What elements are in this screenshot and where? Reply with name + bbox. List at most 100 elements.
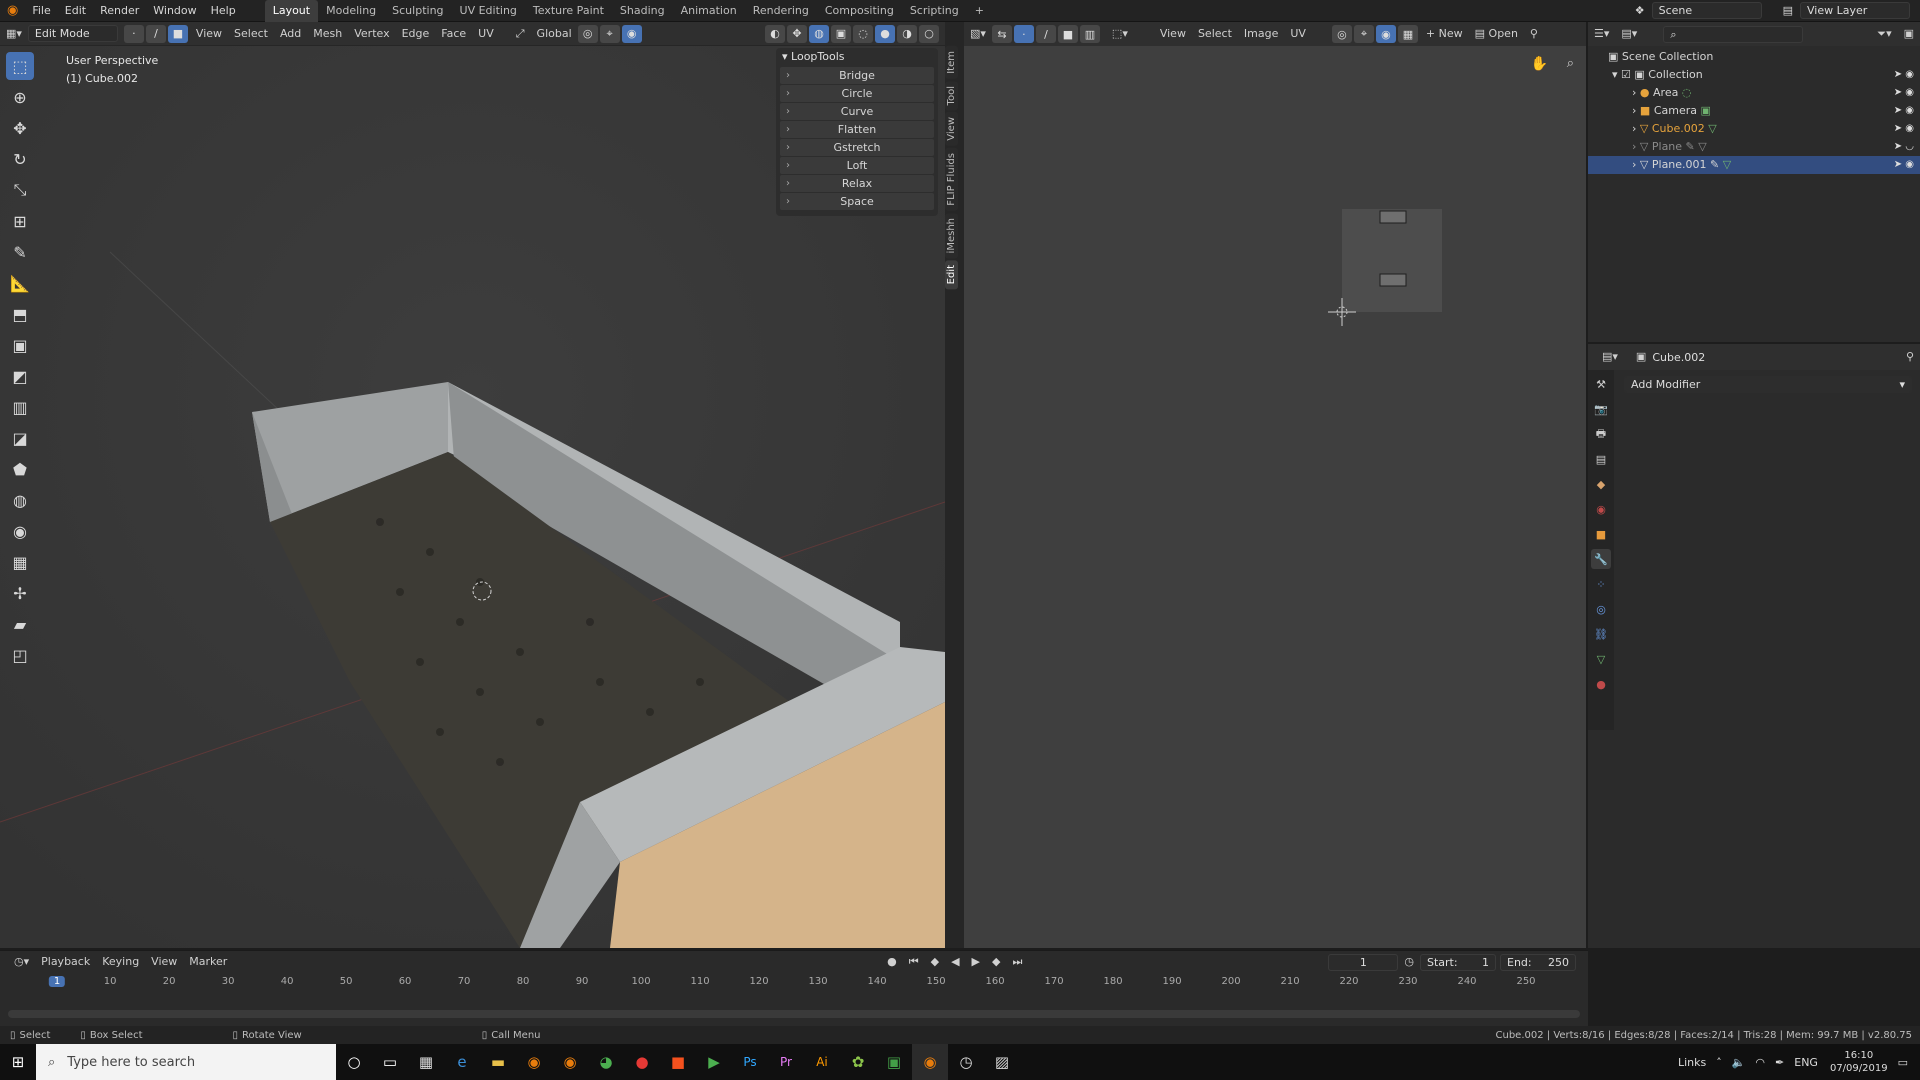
cortana-icon[interactable]: ○ <box>336 1044 372 1080</box>
menu-file[interactable]: File <box>25 0 57 22</box>
outliner-item-plane[interactable]: › ▽ Plane ✎ ▽ ➤ ◡ <box>1588 138 1920 156</box>
chrome-icon[interactable]: ◕ <box>588 1044 624 1080</box>
new-image-button[interactable]: + New <box>1420 22 1469 46</box>
menu-playback[interactable]: Playback <box>35 950 96 974</box>
start-frame-field[interactable]: Start: 1 <box>1420 953 1496 971</box>
outliner-item-camera[interactable]: › ■ Camera ▣ ➤ ◉ <box>1588 102 1920 120</box>
photos-icon[interactable]: ▨ <box>984 1044 1020 1080</box>
network-icon[interactable]: ◠ <box>1755 1056 1765 1069</box>
uv-edge-mode-icon[interactable]: / <box>1035 25 1056 43</box>
knife-icon[interactable]: ◪ <box>6 424 34 452</box>
record-icon[interactable]: ● <box>881 950 903 974</box>
app-green-icon[interactable]: ▣ <box>876 1044 912 1080</box>
menu-window[interactable]: Window <box>146 0 203 22</box>
blender-app-icon-2[interactable]: ◉ <box>552 1044 588 1080</box>
transform-orientation-selector[interactable]: Global <box>531 22 578 46</box>
uv-sticky-icon[interactable]: ⬚▾ <box>1106 22 1134 46</box>
properties-editor-type-icon[interactable]: ▤▾ <box>1596 345 1624 369</box>
material-tab-icon[interactable]: ● <box>1591 674 1611 694</box>
uv-menu-select[interactable]: Select <box>1192 22 1238 46</box>
editor-type-icon[interactable]: ▦▾ <box>0 22 28 46</box>
tab-shading[interactable]: Shading <box>612 0 673 22</box>
collection-row[interactable]: ▾ ☑ ▣ Collection ➤ ◉ <box>1588 66 1920 84</box>
scene-selector[interactable]: Scene <box>1651 2 1762 19</box>
tab-animation[interactable]: Animation <box>673 0 745 22</box>
play-app-icon[interactable]: ▶ <box>696 1044 732 1080</box>
tray-chevron-icon[interactable]: ˄ <box>1716 1056 1722 1069</box>
calculator-icon[interactable]: ▦ <box>408 1044 444 1080</box>
add-workspace-button[interactable]: + <box>967 0 992 22</box>
add-modifier-dropdown[interactable]: Add Modifier ▾ <box>1624 376 1912 393</box>
outliner-search-input[interactable]: ⌕ <box>1663 25 1804 43</box>
wireframe-shading-icon[interactable]: ◌ <box>853 24 873 43</box>
tab-tool[interactable]: Tool <box>945 80 958 111</box>
notifications-icon[interactable]: ▭ <box>1898 1056 1908 1069</box>
uv-menu-uv[interactable]: UV <box>1284 22 1312 46</box>
menu-marker[interactable]: Marker <box>183 950 233 974</box>
physics-tab-icon[interactable]: ◎ <box>1591 599 1611 619</box>
tab-view[interactable]: View <box>945 112 958 146</box>
uv-face-mode-icon[interactable]: ■ <box>1057 25 1078 43</box>
modifier-tab-icon[interactable]: 🔧 <box>1591 549 1611 569</box>
tab-edit[interactable]: Edit <box>945 260 958 290</box>
clock[interactable]: 16:10 07/09/2019 <box>1830 1049 1888 1075</box>
uv-menu-image[interactable]: Image <box>1238 22 1284 46</box>
looptools-flatten[interactable]: › Flatten <box>780 121 934 138</box>
task-view-icon[interactable]: ▭ <box>372 1044 408 1080</box>
looptools-circle[interactable]: › Circle <box>780 85 934 102</box>
visibility-eye-icon[interactable]: ➤ ◉ <box>1894 120 1914 138</box>
next-key-icon[interactable]: ◆ <box>986 950 1006 974</box>
app-multicolor-icon[interactable]: ✿ <box>840 1044 876 1080</box>
pin-icon[interactable]: ⚲ <box>1524 22 1544 46</box>
file-explorer-icon[interactable]: ▬ <box>480 1044 516 1080</box>
visibility-icon[interactable]: ◐ <box>765 24 785 43</box>
jump-end-icon[interactable]: ⏭ <box>1006 950 1028 974</box>
menu-help[interactable]: Help <box>204 0 243 22</box>
pin-icon[interactable]: ⚲ <box>1900 345 1920 369</box>
uv-editor-type-icon[interactable]: ▧▾ <box>964 22 992 46</box>
menu-select[interactable]: Select <box>228 22 274 46</box>
pen-icon[interactable]: ✒ <box>1775 1056 1784 1069</box>
select-box-icon[interactable]: ⬚ <box>6 52 34 80</box>
rendered-shading-icon[interactable]: ○ <box>919 24 939 43</box>
outliner-item-cube-002[interactable]: › ▽ Cube.002 ▽ ➤ ◉ <box>1588 120 1920 138</box>
outliner-editor-type-icon[interactable]: ☰▾ <box>1588 22 1615 46</box>
blender-logo-icon[interactable]: ◉ <box>0 0 25 22</box>
gizmo-icon[interactable]: ✥ <box>787 24 807 43</box>
edge-select-icon[interactable]: / <box>145 24 166 43</box>
looptools-loft[interactable]: › Loft <box>780 157 934 174</box>
data-tab-icon[interactable]: ▽ <box>1591 649 1611 669</box>
menu-render[interactable]: Render <box>93 0 146 22</box>
tab-item[interactable]: Item <box>945 46 958 79</box>
menu-edit[interactable]: Edit <box>58 0 93 22</box>
tab-uv-editing[interactable]: UV Editing <box>452 0 525 22</box>
hidden-eye-icon[interactable]: ➤ ◡ <box>1894 138 1914 156</box>
snap-icon[interactable]: ⌖ <box>599 24 620 43</box>
scene-tab-icon[interactable]: ◆ <box>1591 474 1611 494</box>
visibility-eye-icon[interactable]: ➤ ◉ <box>1894 102 1914 120</box>
pivot-icon[interactable]: ◎ <box>577 24 598 43</box>
material-shading-icon[interactable]: ◑ <box>897 24 917 43</box>
extrude-icon[interactable]: ⬒ <box>6 300 34 328</box>
visibility-eye-icon[interactable]: ➤ ◉ <box>1894 66 1914 84</box>
looptools-header[interactable]: ▾ LoopTools <box>776 48 938 66</box>
render-tab-icon[interactable]: 📷 <box>1591 399 1611 419</box>
current-frame-marker[interactable]: 1 <box>48 976 66 987</box>
prev-key-icon[interactable]: ◆ <box>925 950 945 974</box>
inset-icon[interactable]: ▣ <box>6 331 34 359</box>
tab-rendering[interactable]: Rendering <box>745 0 817 22</box>
proportional-edit-icon[interactable]: ◉ <box>621 24 642 43</box>
view-layer-tab-icon[interactable]: ▤ <box>1591 449 1611 469</box>
looptools-gstretch[interactable]: › Gstretch <box>780 139 934 156</box>
transform-icon[interactable]: ⊞ <box>6 207 34 235</box>
move-icon[interactable]: ✥ <box>6 114 34 142</box>
annotate-icon[interactable]: ✎ <box>6 238 34 266</box>
visibility-eye-icon[interactable]: ➤ ◉ <box>1894 84 1914 102</box>
menu-add[interactable]: Add <box>274 22 307 46</box>
looptools-bridge[interactable]: › Bridge <box>780 67 934 84</box>
app-clock-icon[interactable]: ◷ <box>948 1044 984 1080</box>
menu-view[interactable]: View <box>190 22 228 46</box>
language-indicator[interactable]: ENG <box>1794 1056 1818 1069</box>
uv-image-browse-icon[interactable]: ▦ <box>1397 25 1418 43</box>
world-tab-icon[interactable]: ◉ <box>1591 499 1611 519</box>
